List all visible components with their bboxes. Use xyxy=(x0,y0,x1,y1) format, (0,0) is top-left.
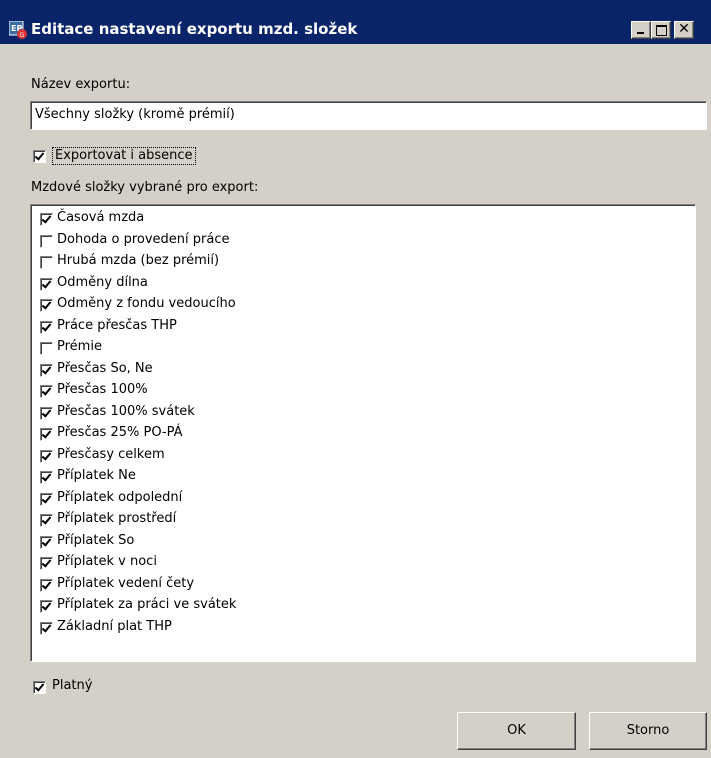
list-item-label: Příplatek vedení čety xyxy=(57,575,195,591)
list-item-checkbox[interactable] xyxy=(40,277,53,291)
minimize-button[interactable] xyxy=(631,21,651,39)
list-item-label: Odměny dílna xyxy=(57,274,148,290)
list-item-label: Přesčas 100% svátek xyxy=(57,403,195,419)
close-icon: ✕ xyxy=(678,21,690,37)
list-item[interactable]: Příplatek odpolední xyxy=(37,489,677,509)
list-item[interactable]: Odměny dílna xyxy=(37,274,677,294)
list-item-checkbox[interactable] xyxy=(40,363,53,377)
list-item-checkbox[interactable] xyxy=(40,342,53,355)
list-item-label: Prémie xyxy=(57,339,102,354)
list-item[interactable]: Příplatek za práci ve svátek xyxy=(37,596,677,616)
export-name-label: Název exportu: xyxy=(31,77,131,92)
valid-label[interactable]: Platný xyxy=(52,678,92,693)
list-item[interactable]: Přesčas 100% xyxy=(37,381,677,401)
list-item-checkbox[interactable] xyxy=(40,320,53,334)
maximize-icon xyxy=(656,25,667,36)
list-item-checkbox[interactable] xyxy=(40,492,53,506)
close-button[interactable]: ✕ xyxy=(674,21,694,39)
list-item[interactable]: Příplatek Ne xyxy=(37,467,677,487)
window-title: Editace nastavení exportu mzd. složek xyxy=(31,20,358,38)
list-item[interactable]: Hrubá mzda (bez prémií) xyxy=(37,252,677,272)
list-item-label: Příplatek prostředí xyxy=(57,511,177,526)
list-item[interactable]: Práce přesčas THP xyxy=(37,317,677,337)
app-icon: EP G xyxy=(9,21,27,39)
list-item-checkbox[interactable] xyxy=(40,299,53,312)
svg-text:G: G xyxy=(20,32,25,39)
list-item[interactable]: Příplatek v noci xyxy=(37,553,677,573)
list-item-label: Přesčas 100% xyxy=(57,382,148,397)
ok-button[interactable]: OK xyxy=(457,712,576,750)
list-item-checkbox[interactable] xyxy=(40,428,53,441)
list-item-checkbox[interactable] xyxy=(40,471,53,484)
list-item-checkbox[interactable] xyxy=(40,514,53,527)
dialog-window: EP G Editace nastavení exportu mzd. slož… xyxy=(0,0,711,758)
list-item-checkbox[interactable] xyxy=(40,213,53,226)
list-item-label: Příplatek odpolední xyxy=(57,489,183,505)
list-item[interactable]: Přesčasy celkem xyxy=(37,446,677,466)
list-item-label: Příplatek Ne xyxy=(57,468,136,483)
list-item-checkbox[interactable] xyxy=(40,406,53,420)
list-item[interactable]: Přesčas So, Ne xyxy=(37,360,677,380)
list-item-checkbox[interactable] xyxy=(40,557,53,570)
list-item-checkbox[interactable] xyxy=(40,578,53,592)
list-item-label: Odměny z fondu vedoucího xyxy=(57,296,236,311)
list-item[interactable]: Příplatek So xyxy=(37,532,677,552)
components-list-label: Mzdové složky vybrané pro export: xyxy=(31,180,259,195)
valid-checkbox[interactable] xyxy=(33,681,46,694)
list-item-label: Časová mzda xyxy=(57,210,145,225)
list-item-checkbox[interactable] xyxy=(40,256,53,269)
list-item-label: Přesčas 25% PO-PÁ xyxy=(57,425,183,440)
list-item-checkbox[interactable] xyxy=(40,385,53,398)
list-item-label: Dohoda o provedení práce xyxy=(57,231,230,247)
list-item-checkbox[interactable] xyxy=(40,600,53,613)
list-item[interactable]: Časová mzda xyxy=(37,209,677,229)
components-listbox[interactable]: Časová mzda Dohoda o provedení práce Hrubá… xyxy=(30,204,696,662)
list-item-checkbox[interactable] xyxy=(40,535,53,549)
export-absence-label[interactable]: Exportovat i absence xyxy=(52,147,196,165)
export-name-input[interactable]: Všechny složky (kromě prémií) xyxy=(30,101,707,130)
list-item[interactable]: Příplatek vedení čety xyxy=(37,575,677,595)
list-item[interactable]: Dohoda o provedení práce xyxy=(37,231,677,251)
list-item-label: Práce přesčas THP xyxy=(57,317,177,333)
list-item[interactable]: Přesčas 25% PO-PÁ xyxy=(37,424,677,444)
minimize-icon xyxy=(637,32,644,34)
list-item[interactable]: Přesčas 100% svátek xyxy=(37,403,677,423)
cancel-button[interactable]: Storno xyxy=(589,712,707,750)
maximize-button[interactable] xyxy=(651,21,671,39)
list-item-checkbox[interactable] xyxy=(40,449,53,463)
list-item[interactable]: Příplatek prostředí xyxy=(37,510,677,530)
list-item-label: Příplatek So xyxy=(57,532,135,548)
title-bar[interactable]: EP G Editace nastavení exportu mzd. slož… xyxy=(0,0,711,44)
list-item-checkbox[interactable] xyxy=(40,234,53,248)
list-item[interactable]: Prémie xyxy=(37,338,677,358)
list-item-label: Hrubá mzda (bez prémií) xyxy=(57,253,220,268)
list-item-checkbox[interactable] xyxy=(40,621,53,635)
list-item[interactable]: Základní plat THP xyxy=(37,618,677,638)
list-item-label: Příplatek za práci ve svátek xyxy=(57,597,237,612)
export-absence-checkbox[interactable] xyxy=(33,150,46,163)
list-item[interactable]: Odměny z fondu vedoucího xyxy=(37,295,677,315)
list-item-label: Přesčasy celkem xyxy=(57,446,165,462)
list-item-label: Přesčas So, Ne xyxy=(57,360,153,376)
list-item-label: Základní plat THP xyxy=(57,618,172,634)
list-item-label: Příplatek v noci xyxy=(57,554,157,569)
